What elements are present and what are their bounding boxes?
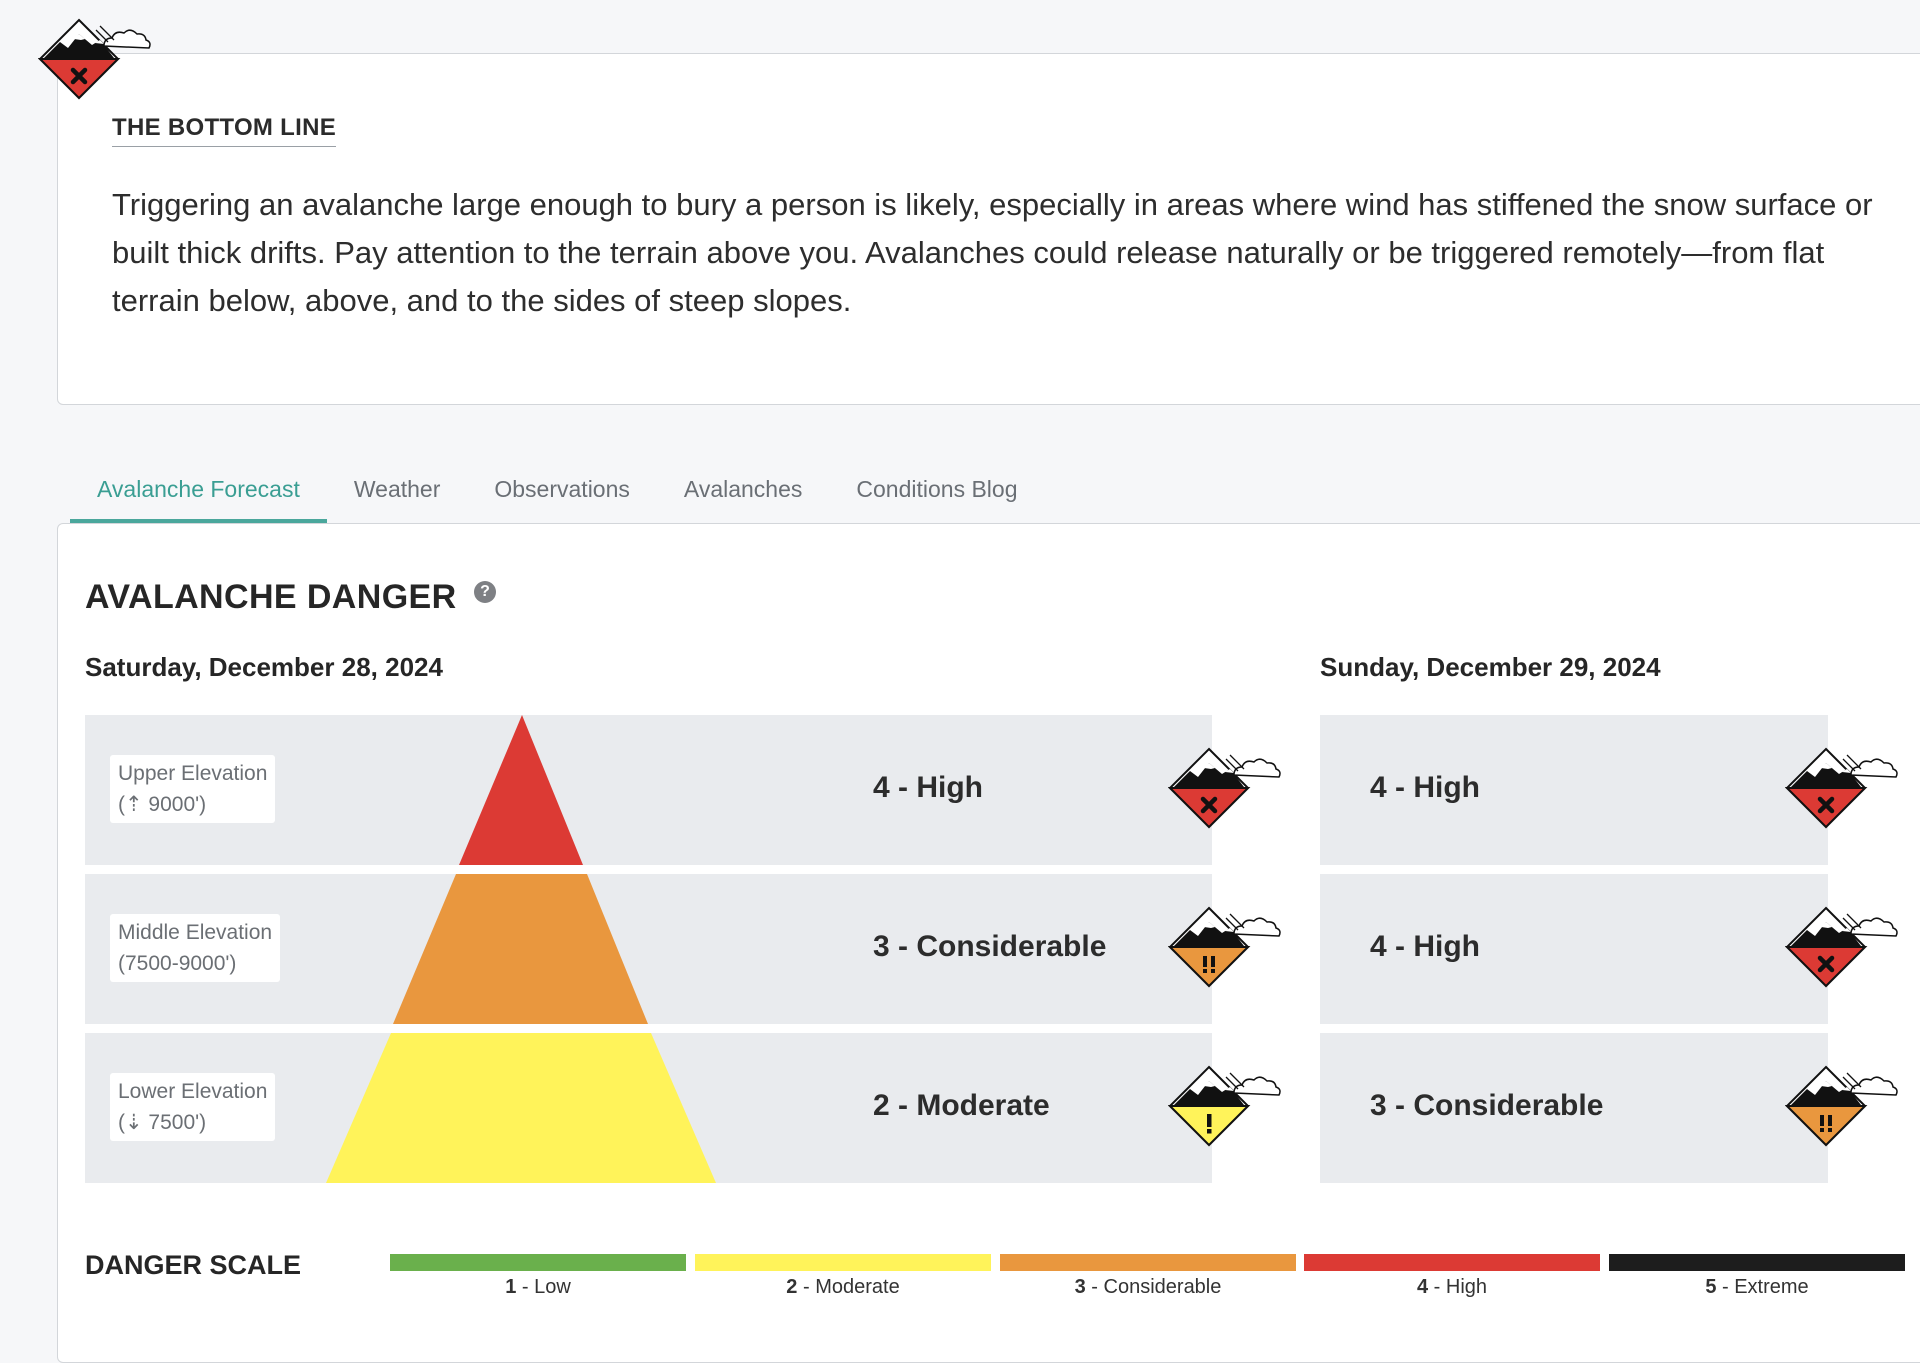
- day1-rating-lower: 2 - Moderate: [873, 1089, 1050, 1122]
- elevation-range: (⇡ 9000'): [118, 793, 207, 816]
- scale-num: 3: [1074, 1276, 1086, 1298]
- help-icon[interactable]: ?: [474, 581, 496, 603]
- day2-lower-danger-icon: [1784, 1065, 1905, 1160]
- elevation-label-lower: Lower Elevation (⇣ 7500'): [110, 1073, 276, 1141]
- scale-label-considerable: 3 - Considerable: [1000, 1276, 1296, 1299]
- scale-name: - Low: [516, 1276, 571, 1298]
- danger-scale-title: DANGER SCALE: [85, 1250, 302, 1280]
- scale-num: 1: [505, 1276, 517, 1298]
- day2-rating-middle: 4 - High: [1370, 930, 1480, 963]
- tab-avalanches[interactable]: Avalanches: [657, 466, 830, 524]
- tab-observations[interactable]: Observations: [467, 466, 657, 524]
- elevation-name: Lower Elevation: [118, 1080, 268, 1103]
- day1-rating-upper: 4 - High: [873, 771, 983, 804]
- bottom-line-heading: THE BOTTOM LINE: [112, 114, 337, 147]
- elevation-name: Upper Elevation: [118, 762, 268, 785]
- tab-weather[interactable]: Weather: [327, 466, 468, 524]
- day2-upper-danger-icon: [1784, 747, 1905, 842]
- day2-middle-danger-icon: [1784, 906, 1905, 1001]
- day1-date: Saturday, December 28, 2024: [85, 652, 443, 682]
- elevation-name: Middle Elevation: [118, 921, 273, 944]
- day1-lower-danger-icon: [1167, 1065, 1288, 1160]
- scale-label-high: 4 - High: [1304, 1276, 1600, 1299]
- scale-name: - Moderate: [797, 1276, 900, 1298]
- danger-high-icon: [37, 18, 158, 113]
- scale-num: 5: [1705, 1276, 1717, 1298]
- elevation-label-upper: Upper Elevation (⇡ 9000'): [110, 755, 276, 823]
- elevation-range: (7500-9000'): [118, 952, 237, 975]
- scale-label-low: 1 - Low: [390, 1276, 686, 1299]
- scale-bar-considerable: [1000, 1254, 1296, 1271]
- scale-label-extreme: 5 - Extreme: [1609, 1276, 1905, 1299]
- day1-rating-middle: 3 - Considerable: [873, 930, 1107, 963]
- day2-rating-upper: 4 - High: [1370, 771, 1480, 804]
- day2-rating-lower: 3 - Considerable: [1370, 1089, 1604, 1122]
- scale-bar-high: [1304, 1254, 1600, 1271]
- elevation-range: (⇣ 7500'): [118, 1111, 207, 1134]
- scale-bar-extreme: [1609, 1254, 1905, 1271]
- scale-name: - Considerable: [1085, 1276, 1222, 1298]
- elevation-label-middle: Middle Elevation (7500-9000'): [110, 914, 281, 982]
- bottom-line-text: Triggering an avalanche large enough to …: [112, 187, 1873, 318]
- avalanche-danger-title: AVALANCHE DANGER: [85, 578, 457, 616]
- scale-bar-low: [390, 1254, 686, 1271]
- tab-avalanche-forecast[interactable]: Avalanche Forecast: [70, 466, 327, 524]
- day2-date: Sunday, December 29, 2024: [1320, 652, 1661, 682]
- forecast-tabs: Avalanche Forecast Weather Observations …: [70, 466, 1045, 524]
- scale-name: - Extreme: [1716, 1276, 1809, 1298]
- scale-bar-moderate: [695, 1254, 991, 1271]
- tab-conditions-blog[interactable]: Conditions Blog: [829, 466, 1044, 524]
- scale-num: 4: [1416, 1276, 1429, 1298]
- day1-middle-danger-icon: [1167, 906, 1288, 1001]
- day1-upper-danger-icon: [1167, 747, 1288, 842]
- scale-label-moderate: 2 - Moderate: [695, 1276, 991, 1299]
- scale-num: 2: [786, 1276, 798, 1298]
- scale-name: - High: [1428, 1276, 1488, 1298]
